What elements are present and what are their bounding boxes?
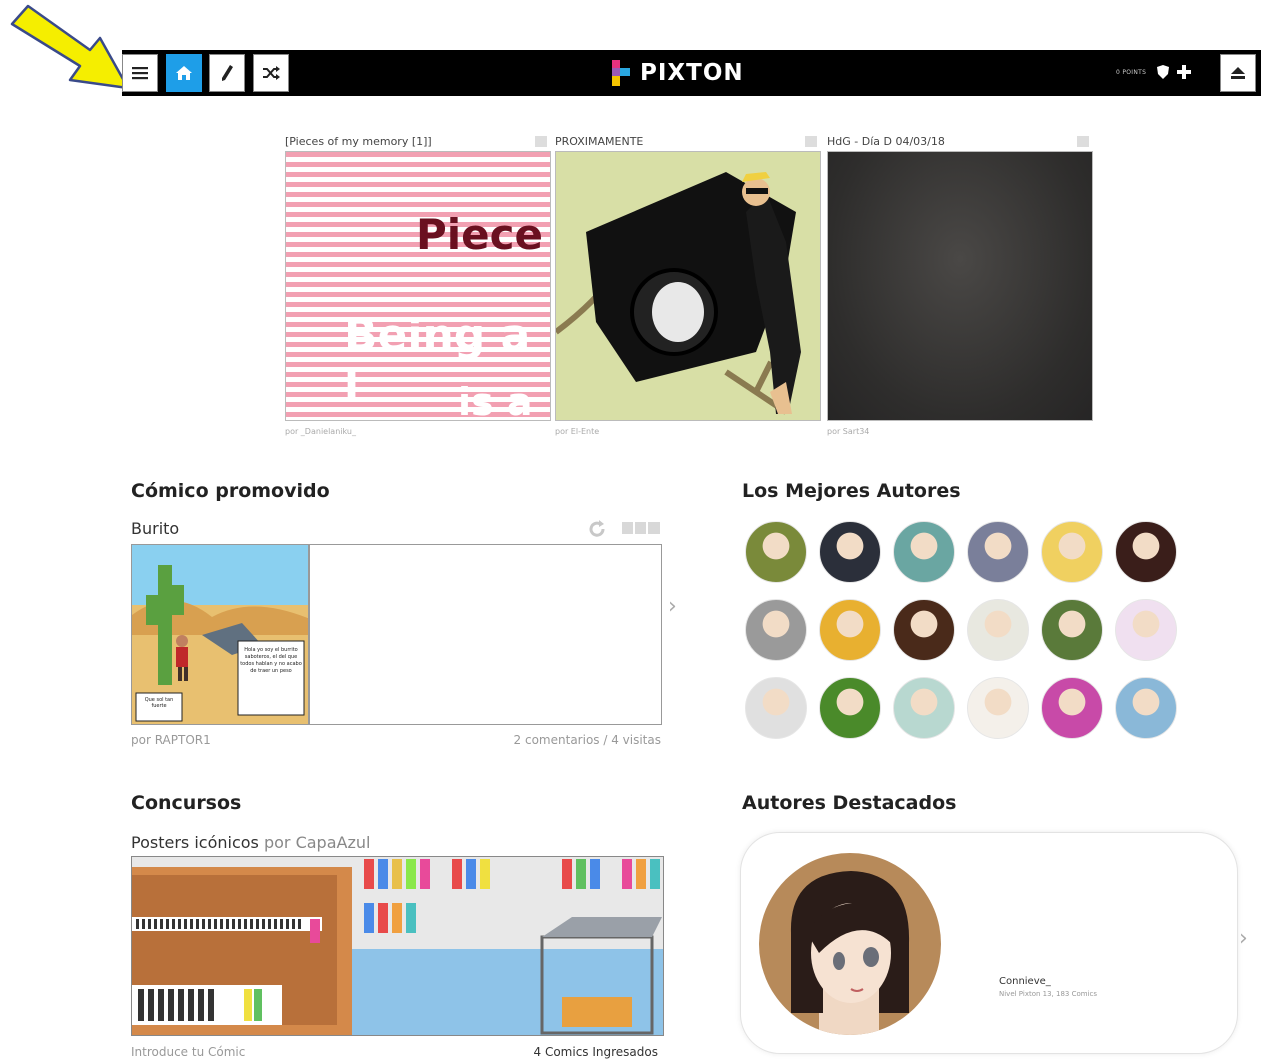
- shuffle-icon: [263, 66, 280, 80]
- top-author-avatar[interactable]: [1115, 677, 1177, 739]
- points-label[interactable]: 0 POINTS: [1116, 69, 1146, 76]
- top-author-avatar[interactable]: [1115, 599, 1177, 661]
- brand-name: PIXTON: [640, 60, 744, 86]
- top-author-avatar[interactable]: [967, 599, 1029, 661]
- top-author-avatar[interactable]: [745, 521, 807, 583]
- speech-bubble: Que sol tan fuerte: [144, 697, 174, 709]
- panel-view-icon[interactable]: [622, 522, 660, 534]
- top-author-avatar[interactable]: [893, 677, 955, 739]
- top-author-avatar[interactable]: [1041, 677, 1103, 739]
- top-author-avatar[interactable]: [893, 599, 955, 661]
- menu-button[interactable]: [122, 54, 158, 92]
- contest-by-label: por: [263, 833, 291, 852]
- top-author-avatar[interactable]: [819, 521, 881, 583]
- featured-author-avatar[interactable]: [759, 853, 941, 1035]
- promoted-comic-author[interactable]: por RAPTOR1: [131, 733, 211, 747]
- art-text: Piece: [416, 210, 544, 259]
- create-comic-button[interactable]: [209, 54, 245, 92]
- menu-icon: [132, 67, 148, 80]
- top-author-avatar[interactable]: [1041, 521, 1103, 583]
- plus-icon[interactable]: [1176, 64, 1192, 80]
- pixton-logo-icon: [612, 60, 630, 86]
- grid-view-icon[interactable]: [535, 136, 547, 147]
- featured-comic-title[interactable]: HdG - Día D 04/03/18: [827, 133, 1093, 151]
- grid-view-icon[interactable]: [1077, 136, 1089, 147]
- contest-title[interactable]: Posters icónicos: [131, 833, 259, 852]
- refresh-icon[interactable]: [588, 520, 606, 538]
- comic-panel: Que sol tan fuerte Hola yo soy el burrit…: [132, 545, 310, 724]
- speech-bubble: Hola yo soy el burrito saboteros, el del…: [240, 647, 302, 674]
- featured-comic-3[interactable]: HdG - Día D 04/03/18 por Sart34: [827, 133, 1093, 436]
- next-author-arrow-icon[interactable]: ›: [1239, 926, 1248, 951]
- featured-comic-title[interactable]: PROXIMAMENTE: [555, 133, 821, 151]
- top-author-avatar[interactable]: [745, 677, 807, 739]
- featured-comic-author[interactable]: por _Danielaniku_: [285, 427, 551, 436]
- pixton-logo[interactable]: PIXTON: [610, 56, 744, 90]
- pencil-icon: [222, 65, 233, 81]
- grid-view-icon[interactable]: [805, 136, 817, 147]
- top-navigation-bar: PIXTON 0 POINTS: [122, 50, 1261, 96]
- contest-author[interactable]: CapaAzul: [296, 833, 371, 852]
- top-author-avatar[interactable]: [1115, 521, 1177, 583]
- contest-title-row: Posters icónicos por CapaAzul: [131, 833, 370, 852]
- top-author-avatar[interactable]: [967, 677, 1029, 739]
- top-author-avatar[interactable]: [819, 599, 881, 661]
- featured-comic-image[interactable]: [555, 151, 821, 421]
- eject-icon: [1231, 67, 1245, 79]
- top-author-avatar[interactable]: [1041, 599, 1103, 661]
- top-authors-heading: Los Mejores Autores: [742, 480, 961, 502]
- shield-icon[interactable]: [1156, 64, 1170, 80]
- featured-comic-image[interactable]: [827, 151, 1093, 421]
- featured-comic-title[interactable]: [Pieces of my memory [1]]: [285, 133, 551, 151]
- random-comic-button[interactable]: [253, 54, 289, 92]
- home-icon: [176, 66, 192, 80]
- enter-contest-link[interactable]: Introduce tu Cómic: [131, 1045, 245, 1059]
- contest-entries-count: 4 Comics Ingresados: [533, 1045, 659, 1059]
- featured-authors-heading: Autores Destacados: [742, 792, 957, 814]
- logout-button[interactable]: [1220, 54, 1256, 92]
- home-button[interactable]: [166, 54, 202, 92]
- promoted-comic-strip[interactable]: Que sol tan fuerte Hola yo soy el burrit…: [131, 544, 662, 725]
- promoted-comic-heading: Cómico promovido: [131, 480, 330, 502]
- featured-comic-1[interactable]: [Pieces of my memory [1]] Piece Being a …: [285, 133, 551, 436]
- annotation-arrow: [4, 0, 134, 96]
- top-author-avatar[interactable]: [893, 521, 955, 583]
- featured-comic-author[interactable]: por Sart34: [827, 427, 1093, 436]
- top-author-avatar[interactable]: [967, 521, 1029, 583]
- featured-comic-2[interactable]: PROXIMAMENTE por El-Ente: [555, 133, 821, 436]
- contest-poster-image[interactable]: [131, 856, 664, 1036]
- featured-comic-author[interactable]: por El-Ente: [555, 427, 821, 436]
- featured-comic-image[interactable]: Piece Being a l is a: [285, 151, 551, 421]
- featured-author-meta: Nivel Pixton 13, 183 Comics: [999, 990, 1098, 998]
- next-arrow-icon[interactable]: ›: [668, 594, 677, 619]
- featured-author-name[interactable]: Connieve_: [999, 976, 1051, 987]
- promoted-comic-stats: 2 comentarios / 4 visitas: [513, 733, 661, 747]
- contests-heading: Concursos: [131, 792, 242, 814]
- comic-illustration: [556, 152, 820, 420]
- art-text: is a: [458, 380, 533, 421]
- promoted-comic-title[interactable]: Burito: [131, 519, 179, 538]
- top-author-avatar[interactable]: [819, 677, 881, 739]
- top-author-avatar[interactable]: [745, 599, 807, 661]
- featured-author-card[interactable]: Connieve_ Nivel Pixton 13, 183 Comics: [740, 832, 1238, 1054]
